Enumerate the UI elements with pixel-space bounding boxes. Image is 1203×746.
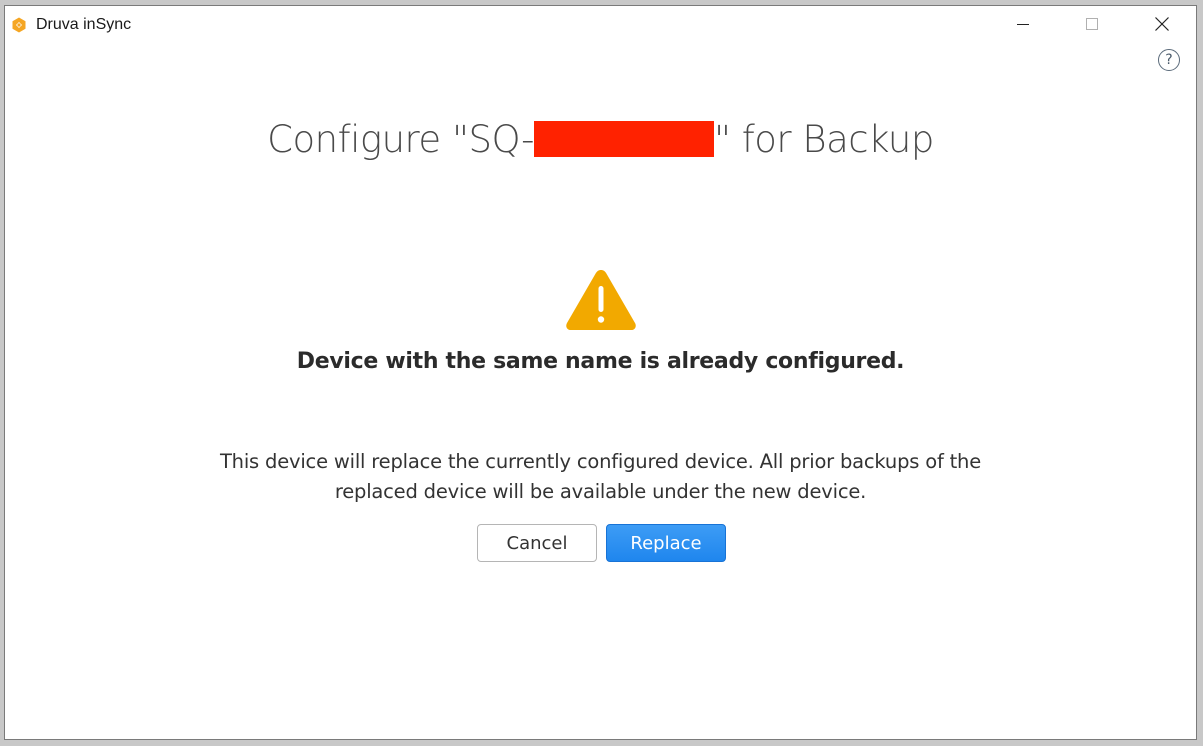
minimize-button[interactable]: [1000, 6, 1046, 42]
minimize-icon: [1017, 24, 1029, 25]
help-button[interactable]: ?: [1158, 49, 1180, 71]
page-title-suffix: " for Backup: [713, 118, 934, 161]
description-line-2: replaced device will be available under …: [334, 480, 867, 503]
warning-title: Device with the same name is already con…: [296, 349, 905, 374]
description-line-1: This device will replace the currently c…: [219, 450, 982, 473]
help-question-icon: ?: [1165, 52, 1173, 68]
close-icon: [1155, 17, 1169, 31]
warning-icon: [566, 270, 636, 330]
window-title: Druva inSync: [36, 16, 132, 33]
title-bar: Druva inSync: [5, 6, 1196, 44]
description-text: This device will replace the currently c…: [5, 447, 1196, 507]
cancel-button[interactable]: Cancel: [477, 524, 597, 562]
page-title-prefix: Configure "SQ-: [267, 118, 534, 161]
maximize-button[interactable]: [1069, 6, 1115, 42]
druva-logo-icon: [12, 17, 26, 33]
replace-button[interactable]: Replace: [606, 524, 726, 562]
redaction-block: [533, 121, 714, 157]
app-window: Druva inSync ? Configure "SQ- " for Backu…: [4, 5, 1197, 740]
maximize-icon: [1086, 18, 1098, 30]
page-title: Configure "SQ- " for Backup: [5, 118, 1196, 161]
close-button[interactable]: [1139, 6, 1185, 42]
